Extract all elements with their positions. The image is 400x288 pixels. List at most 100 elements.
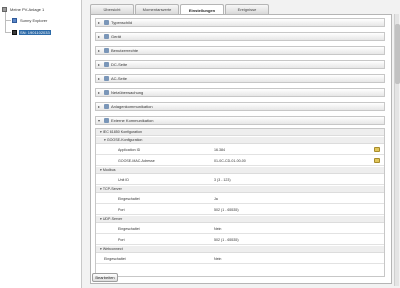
settings-panel: ▸ Typenschild ▸ Gerät ▸ Benutzerrechte ▸… — [90, 14, 392, 284]
section-label: DC-Seite — [111, 62, 128, 67]
edit-button[interactable]: Bearbeiten — [92, 273, 118, 282]
external-communication-icon — [104, 118, 109, 123]
tree-line — [5, 20, 11, 21]
group-iec61850[interactable]: ▾ IEC 61850 Konfiguration — [96, 129, 384, 136]
chevron-right-icon: ▸ — [98, 48, 101, 53]
scrollbar[interactable] — [394, 14, 400, 286]
chevron-down-icon: ▾ — [100, 130, 102, 134]
device-icon — [104, 34, 109, 39]
section-label: Gerät — [111, 34, 122, 39]
tab-overview[interactable]: Übersicht — [90, 4, 134, 14]
tab-events[interactable]: Ereignisse — [225, 4, 269, 14]
tree-item-explorer[interactable]: Sunny Explorer — [12, 17, 48, 24]
group-label: UDP-Server — [102, 217, 123, 221]
tab-current-values[interactable]: Momentanwerte — [135, 4, 179, 14]
setting-row-application-id: Application ID 16.384 — [96, 145, 384, 155]
explorer-icon — [12, 18, 17, 23]
ac-icon — [104, 76, 109, 81]
group-label: GOOSE-Konfiguration — [106, 138, 143, 142]
group-webconnect[interactable]: ▾ Webconnect — [96, 246, 384, 253]
setting-label: Unit ID — [118, 177, 129, 182]
chevron-down-icon: ▾ — [100, 247, 102, 251]
section-label: Typenschild — [111, 20, 133, 25]
setting-label: Eingeschaltet — [104, 256, 126, 261]
group-label: Webconnect — [102, 247, 123, 251]
setting-row-webconnect-enabled: Eingeschaltet Nein — [96, 254, 384, 264]
chevron-down-icon: ▾ — [100, 187, 102, 191]
setting-label: GOOSE-MAC-Adresse — [118, 158, 155, 163]
section-plant-communication[interactable]: ▸ Anlagenkommunikation — [95, 102, 385, 111]
tree-item-device[interactable]: SN: 1901102033 — [12, 29, 51, 36]
chevron-right-icon: ▸ — [98, 76, 101, 81]
group-udp-server[interactable]: ▾ UDP-Server — [96, 216, 384, 223]
chevron-right-icon: ▸ — [98, 90, 101, 95]
chevron-right-icon: ▸ — [98, 20, 101, 25]
setting-value: Nein — [214, 256, 222, 261]
tree-item-plant[interactable]: Meine PV-Anlage 1 — [2, 6, 45, 13]
chevron-down-icon: ▾ — [98, 118, 101, 123]
setting-value: 3 (3 - 123) — [214, 177, 231, 182]
tree-item-label: Meine PV-Anlage 1 — [10, 7, 45, 12]
setting-value: Nein — [214, 226, 222, 231]
group-goose[interactable]: ▾ GOOSE-Konfiguration — [96, 137, 384, 144]
section-label: Benutzerrechte — [111, 48, 139, 53]
chevron-down-icon: ▾ — [104, 138, 106, 142]
setting-row-unit-id: Unit ID 3 (3 - 123) — [96, 175, 384, 185]
setting-label: Port — [118, 207, 125, 212]
grid-monitoring-icon — [104, 90, 109, 95]
setting-value: 01-0C-CD-01-00-00 — [214, 158, 246, 163]
device-icon — [12, 30, 17, 35]
edit-icon[interactable] — [374, 158, 380, 163]
section-nameplate[interactable]: ▸ Typenschild — [95, 18, 385, 27]
group-label: IEC 61850 Konfiguration — [102, 130, 142, 134]
chevron-down-icon: ▾ — [100, 168, 102, 172]
chevron-right-icon: ▸ — [98, 104, 101, 109]
section-grid-monitoring[interactable]: ▸ Netzüberwachung — [95, 88, 385, 97]
chevron-down-icon: ▾ — [100, 217, 102, 221]
external-communication-details: ▾ IEC 61850 Konfiguration ▾ GOOSE-Konfig… — [95, 128, 385, 277]
chevron-right-icon: ▸ — [98, 62, 101, 67]
plant-icon — [2, 7, 7, 12]
section-label: Netzüberwachung — [111, 90, 144, 95]
setting-value: 502 (1 - 65535) — [214, 237, 239, 242]
section-device[interactable]: ▸ Gerät — [95, 32, 385, 41]
nameplate-icon — [104, 20, 109, 25]
setting-value: Ja — [214, 196, 218, 201]
section-label: AC-Seite — [111, 76, 128, 81]
section-external-communication[interactable]: ▾ Externe Kommunikation — [95, 116, 385, 125]
setting-label: Eingeschaltet — [118, 226, 140, 231]
main-content: Übersicht Momentanwerte Einstellungen Er… — [82, 0, 400, 288]
section-label: Externe Kommunikation — [111, 118, 154, 123]
section-label: Anlagenkommunikation — [111, 104, 153, 109]
group-label: TCP-Server — [102, 187, 122, 191]
scrollbar-thumb[interactable] — [395, 24, 400, 84]
chevron-right-icon: ▸ — [98, 34, 101, 39]
setting-row-goose-mac: GOOSE-MAC-Adresse 01-0C-CD-01-00-00 — [96, 156, 384, 166]
tree-line — [5, 11, 6, 33]
plant-communication-icon — [104, 104, 109, 109]
user-rights-icon — [104, 48, 109, 53]
section-dc-side[interactable]: ▸ DC-Seite — [95, 60, 385, 69]
setting-row-udp-port: Port 502 (1 - 65535) — [96, 235, 384, 245]
tab-bar: Übersicht Momentanwerte Einstellungen Er… — [90, 4, 269, 15]
tree-line — [5, 32, 11, 33]
group-label: Modbus — [102, 168, 116, 172]
edit-icon[interactable] — [374, 147, 380, 152]
group-modbus[interactable]: ▾ Modbus — [96, 167, 384, 174]
section-user-rights[interactable]: ▸ Benutzerrechte — [95, 46, 385, 55]
setting-row-udp-enabled: Eingeschaltet Nein — [96, 224, 384, 234]
setting-row-tcp-enabled: Eingeschaltet Ja — [96, 194, 384, 204]
setting-label: Application ID — [118, 147, 141, 152]
device-tree: Meine PV-Anlage 1 Sunny Explorer SN: 190… — [0, 0, 82, 288]
setting-label: Port — [118, 237, 125, 242]
dc-icon — [104, 62, 109, 67]
setting-label: Eingeschaltet — [118, 196, 140, 201]
setting-value: 502 (1 - 65535) — [214, 207, 239, 212]
setting-row-tcp-port: Port 502 (1 - 65535) — [96, 205, 384, 215]
tree-item-label: Sunny Explorer — [20, 18, 48, 23]
section-ac-side[interactable]: ▸ AC-Seite — [95, 74, 385, 83]
group-tcp-server[interactable]: ▾ TCP-Server — [96, 186, 384, 193]
setting-value: 16.384 — [214, 147, 225, 152]
tree-item-label: SN: 1901102033 — [19, 30, 51, 35]
app-window: Meine PV-Anlage 1 Sunny Explorer SN: 190… — [0, 0, 400, 288]
